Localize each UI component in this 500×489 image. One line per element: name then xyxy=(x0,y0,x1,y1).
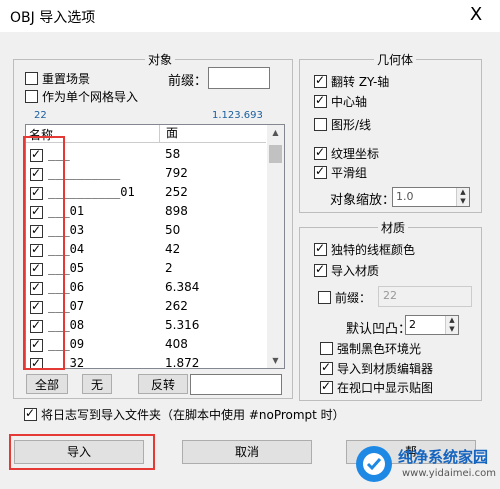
reset-scene-box[interactable] xyxy=(25,72,38,85)
flip-zy-checkbox[interactable]: 翻转 ZY-轴 xyxy=(314,73,389,90)
force-black-label: 强制黑色环境光 xyxy=(337,342,422,356)
bump-value: 2 xyxy=(409,318,416,331)
row-faces: 1.872 xyxy=(165,356,200,369)
show-maps-box[interactable] xyxy=(320,379,333,394)
row-faces: 2 xyxy=(165,261,173,275)
texture-coords-box[interactable] xyxy=(314,145,327,160)
scroll-down-icon[interactable]: ▼ xyxy=(267,356,284,365)
select-all-button[interactable]: 全部 xyxy=(26,374,68,394)
scroll-up-icon[interactable]: ▲ xyxy=(267,128,284,137)
title-bar: OBJ 导入选项 X xyxy=(0,0,500,32)
shapes-box[interactable] xyxy=(314,118,327,131)
unique-wire-checkbox[interactable]: 独特的线框颜色 xyxy=(314,241,415,258)
bump-label: 默认凹凸： xyxy=(346,322,412,337)
import-material-label: 导入材质 xyxy=(331,264,380,278)
invert-selection-button[interactable]: 反转 xyxy=(138,374,188,394)
texture-coords-checkbox[interactable]: 纹理坐标 xyxy=(314,145,379,162)
row-faces: 898 xyxy=(165,204,188,218)
scale-input[interactable]: 1.0 ▲ ▼ xyxy=(392,187,470,207)
write-log-box[interactable] xyxy=(24,406,37,421)
write-log-label: 将日志写到导入文件夹（在脚本中使用 #noPrompt 时） xyxy=(41,408,345,422)
faces-total: 1.123.693 xyxy=(212,110,263,121)
import-button-highlight xyxy=(9,434,155,470)
window-title: OBJ 导入选项 xyxy=(10,10,96,26)
show-maps-checkbox[interactable]: 在视口中显示贴图 xyxy=(320,379,433,396)
geometry-group-title: 几何体 xyxy=(374,51,417,68)
to-editor-checkbox[interactable]: 导入到材质编辑器 xyxy=(320,360,433,377)
watermark-title: 纯净系统家园 xyxy=(398,448,489,466)
bump-input[interactable]: 2 ▲ ▼ xyxy=(405,315,459,335)
smooth-groups-box[interactable] xyxy=(314,164,327,179)
to-editor-label: 导入到材质编辑器 xyxy=(337,362,434,376)
object-count: 22 xyxy=(34,110,47,121)
reset-scene-checkbox[interactable]: 重置场景 xyxy=(25,70,90,87)
reset-scene-label: 重置场景 xyxy=(42,72,91,86)
shapes-checkbox[interactable]: 图形/线 xyxy=(314,116,371,133)
bump-spinner[interactable]: ▲ ▼ xyxy=(445,316,458,334)
import-material-box[interactable] xyxy=(314,262,327,277)
unique-wire-label: 独特的线框颜色 xyxy=(331,243,416,257)
spin-down-icon[interactable]: ▼ xyxy=(446,325,458,334)
center-pivot-checkbox[interactable]: 中心轴 xyxy=(314,93,367,110)
force-black-box[interactable] xyxy=(320,342,333,355)
prefix-input[interactable] xyxy=(208,67,270,89)
smooth-groups-checkbox[interactable]: 平滑组 xyxy=(314,164,367,181)
material-prefix-box[interactable] xyxy=(318,291,331,304)
force-black-checkbox[interactable]: 强制黑色环境光 xyxy=(320,340,421,357)
texture-coords-label: 纹理坐标 xyxy=(331,147,380,161)
flip-zy-label: 翻转 ZY-轴 xyxy=(331,75,390,89)
material-prefix-checkbox[interactable]: 前缀： xyxy=(318,289,371,306)
watermark-url: www.yidaimei.com xyxy=(402,468,496,479)
center-pivot-label: 中心轴 xyxy=(331,95,368,109)
to-editor-box[interactable] xyxy=(320,360,333,375)
row-faces: 5.316 xyxy=(165,318,200,332)
unique-wire-box[interactable] xyxy=(314,241,327,256)
import-material-checkbox[interactable]: 导入材质 xyxy=(314,262,379,279)
center-pivot-box[interactable] xyxy=(314,93,327,108)
cancel-button[interactable]: 取消 xyxy=(182,440,312,464)
row-faces: 6.384 xyxy=(165,280,200,294)
single-mesh-box[interactable] xyxy=(25,90,38,103)
row-faces: 50 xyxy=(165,223,181,237)
row-faces: 42 xyxy=(165,242,181,256)
shapes-label: 图形/线 xyxy=(331,118,372,132)
list-scrollbar[interactable]: ▲ ▼ xyxy=(267,125,284,368)
row-faces: 408 xyxy=(165,337,188,351)
material-prefix-input[interactable]: 22 xyxy=(378,286,472,307)
spin-up-icon[interactable]: ▲ xyxy=(446,316,458,325)
spin-up-icon[interactable]: ▲ xyxy=(457,188,469,197)
row-faces: 262 xyxy=(165,299,188,313)
material-prefix-label: 前缀： xyxy=(335,291,372,305)
row-faces: 252 xyxy=(165,185,188,199)
close-icon[interactable]: X xyxy=(466,4,486,25)
obj-import-dialog: OBJ 导入选项 X 对象 重置场景 前缀： 作为单个网格导入 22 1.123… xyxy=(0,0,500,489)
faces-column-header[interactable]: 面 xyxy=(159,125,178,142)
write-log-checkbox[interactable]: 将日志写到导入文件夹（在脚本中使用 #noPrompt 时） xyxy=(24,406,345,423)
prefix-label: 前缀： xyxy=(168,74,208,89)
row-faces: 58 xyxy=(165,147,181,161)
object-group-title: 对象 xyxy=(145,51,176,68)
checkbox-column-highlight xyxy=(23,136,65,370)
scale-spinner[interactable]: ▲ ▼ xyxy=(456,188,469,206)
scale-value: 1.0 xyxy=(396,190,414,203)
show-maps-label: 在视口中显示贴图 xyxy=(337,381,434,395)
material-prefix-value: 22 xyxy=(383,289,397,302)
select-none-button[interactable]: 无 xyxy=(82,374,112,394)
material-group-title: 材质 xyxy=(378,219,409,236)
smooth-groups-label: 平滑组 xyxy=(331,166,368,180)
single-mesh-checkbox[interactable]: 作为单个网格导入 xyxy=(25,88,138,105)
watermark-logo: 纯净系统家园 www.yidaimei.com xyxy=(350,438,500,489)
scroll-thumb[interactable] xyxy=(269,145,282,163)
flip-zy-box[interactable] xyxy=(314,73,327,88)
spin-down-icon[interactable]: ▼ xyxy=(457,197,469,206)
logo-icon xyxy=(356,446,392,482)
filter-input[interactable] xyxy=(190,374,282,395)
row-faces: 792 xyxy=(165,166,188,180)
scale-label: 对象缩放： xyxy=(330,193,396,208)
single-mesh-label: 作为单个网格导入 xyxy=(42,90,139,104)
